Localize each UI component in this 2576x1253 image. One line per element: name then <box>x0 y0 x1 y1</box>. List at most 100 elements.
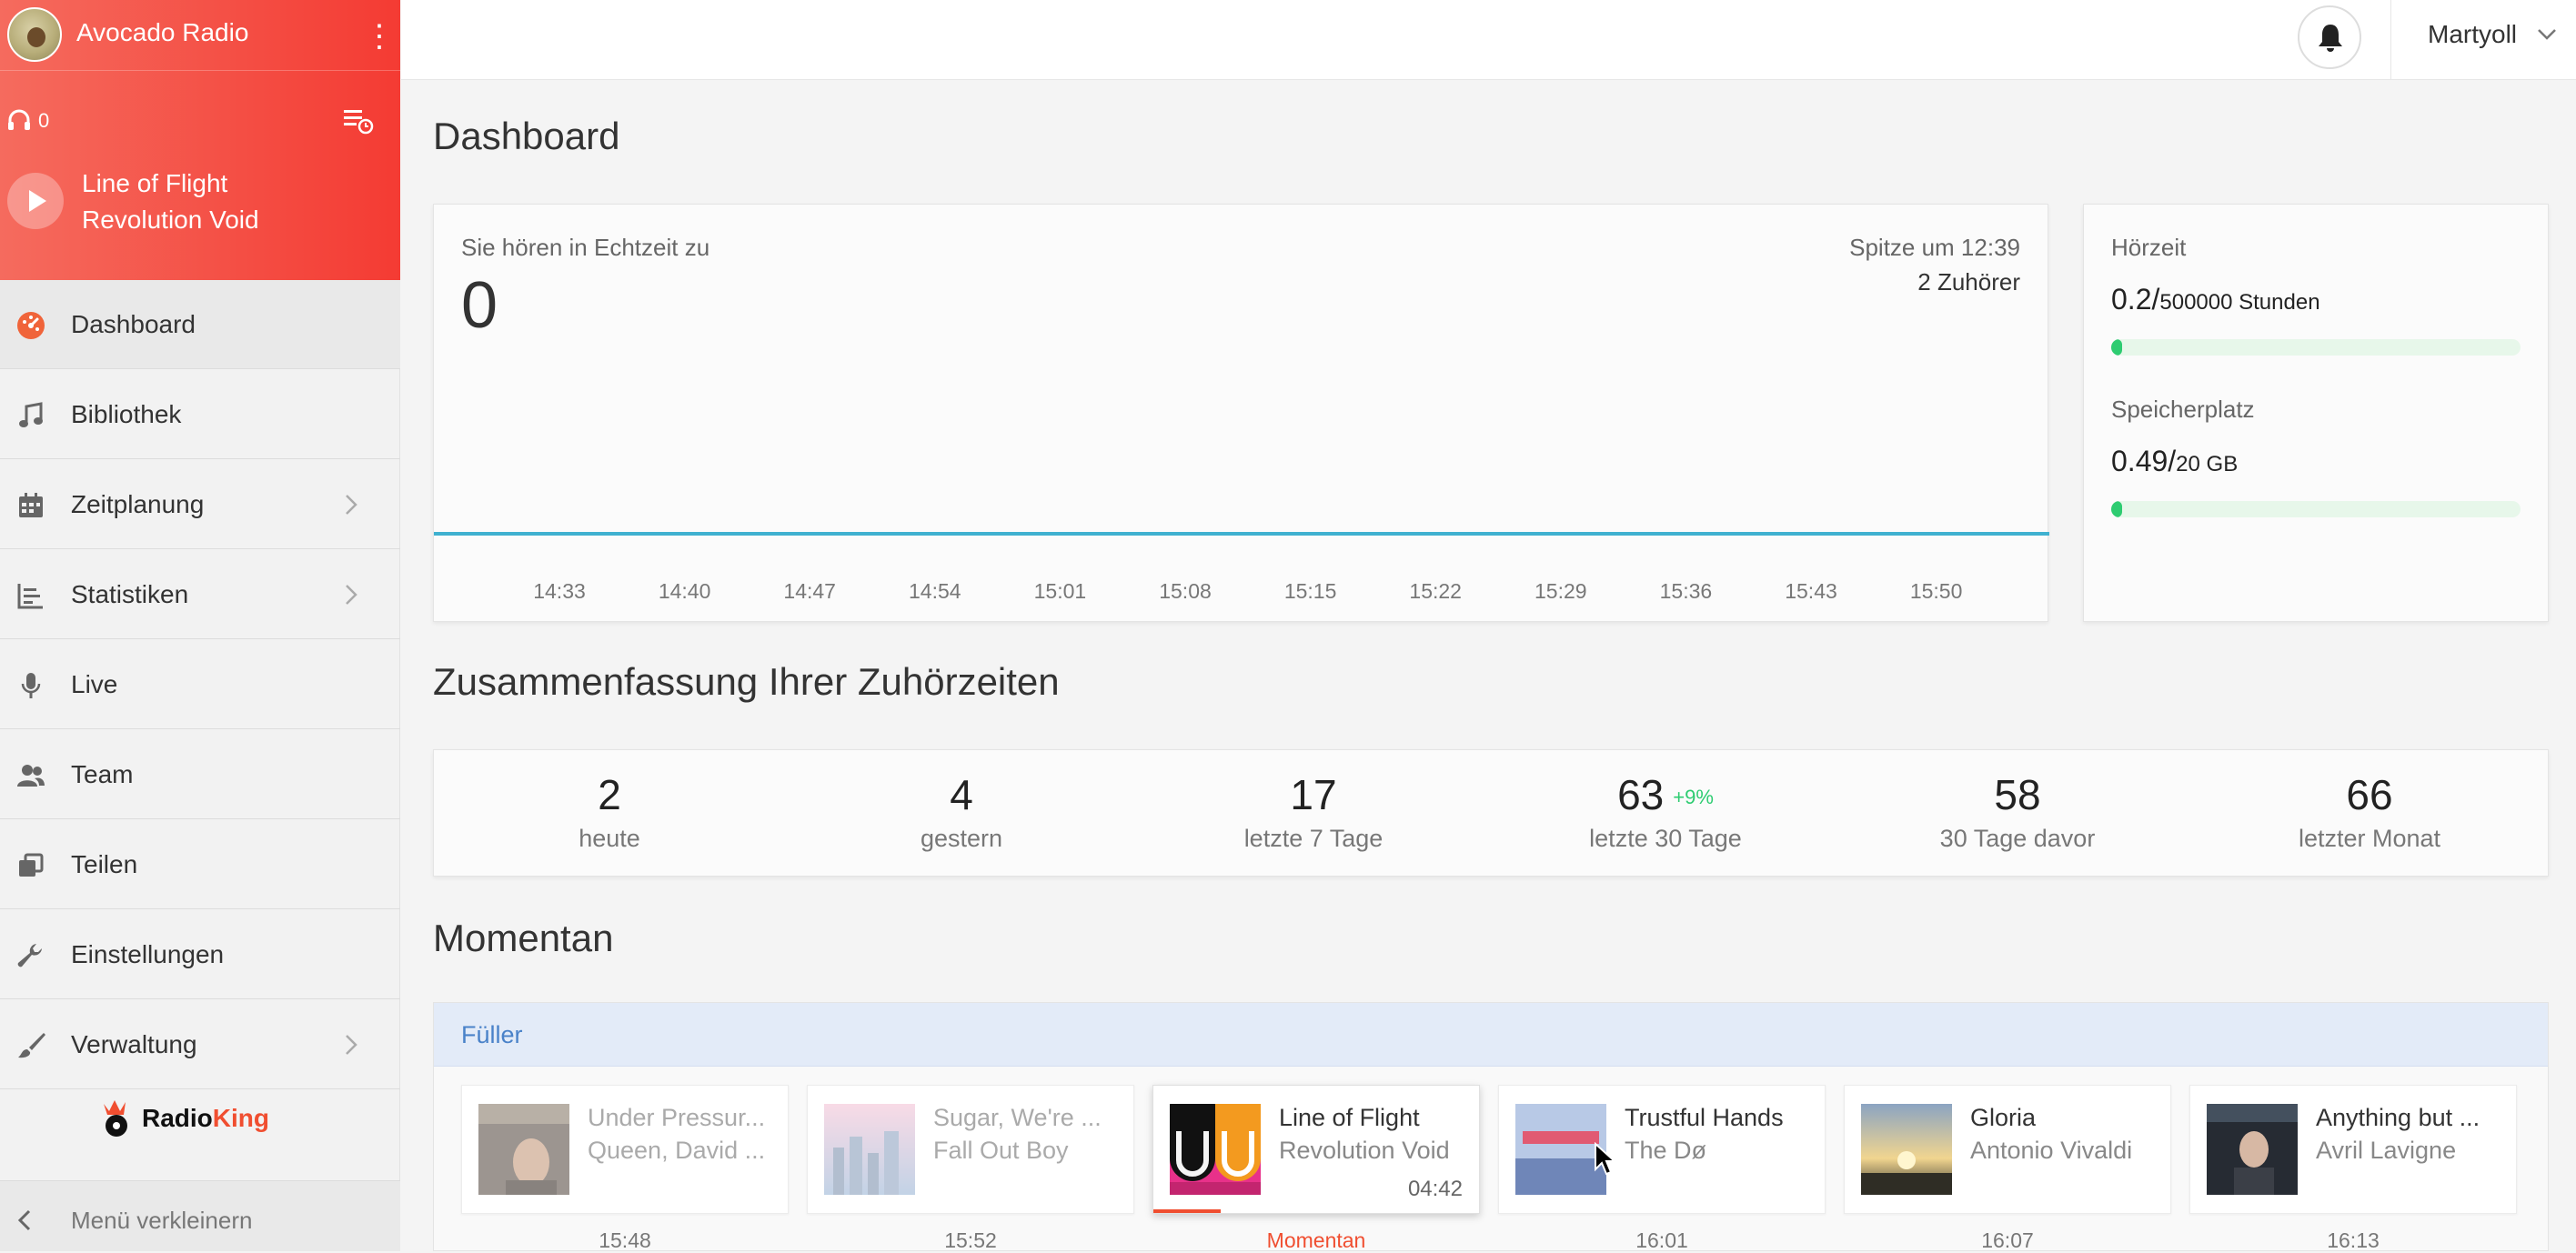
summary-value: 63 +9% <box>1529 770 1802 819</box>
now-playing-title: Line of Flight <box>82 169 228 197</box>
summary-value-number: 66 <box>2346 771 2393 818</box>
peak-label: Spitze um 12:39 <box>1849 234 2020 261</box>
realtime-value: 0 <box>461 269 498 342</box>
x-axis-tick: 15:36 <box>1659 579 1713 603</box>
playlist-name[interactable]: Füller <box>461 1021 523 1049</box>
x-axis-tick: 14:47 <box>783 579 836 603</box>
station-logo <box>7 7 62 62</box>
play-icon <box>29 190 46 212</box>
chevron-down-icon[interactable] <box>2536 27 2558 42</box>
x-axis-tick: 14:54 <box>909 579 961 603</box>
storage-bar-fill <box>2111 501 2122 517</box>
track-start-time: 16:07 <box>1981 1228 2034 1252</box>
summary-value-number: 17 <box>1290 771 1337 818</box>
summary-value-number: 2 <box>598 771 621 818</box>
sidebar-item-statistiken[interactable]: Statistiken <box>0 550 400 639</box>
track-card[interactable]: Line of Flight Revolution Void 04:42 <box>1152 1085 1480 1214</box>
sidebar-item-live[interactable]: Live <box>0 640 400 729</box>
sidebar-item-label: Dashboard <box>71 310 196 338</box>
track-artist: Avril Lavigne <box>2316 1137 2457 1164</box>
track-artist: The Dø <box>1625 1137 1707 1164</box>
sidebar-item-dashboard[interactable]: Dashboard <box>0 280 400 369</box>
track-title: Under Pressur... <box>588 1104 766 1131</box>
momentan-title: Momentan <box>433 917 614 959</box>
summary-value: 58 <box>1881 770 2154 819</box>
users-icon <box>17 765 45 787</box>
track-card[interactable]: Sugar, We're ... Fall Out Boy <box>807 1085 1134 1214</box>
sidebar-item-teilen[interactable]: Teilen <box>0 820 400 909</box>
listening-time-bar <box>2111 339 2521 356</box>
notifications-button[interactable] <box>2298 5 2361 69</box>
summary-value-number: 63 <box>1617 771 1665 818</box>
play-button[interactable] <box>7 173 64 229</box>
summary-value-number: 4 <box>950 771 973 818</box>
queue-history-icon[interactable] <box>342 107 375 135</box>
chart-icon <box>17 584 43 609</box>
brush-icon <box>18 1033 45 1058</box>
momentan-card: Füller Under Pressur... Queen, David ... 1… <box>433 1002 2549 1252</box>
x-axis-tick: 15:08 <box>1159 579 1212 603</box>
track-duration: 04:42 <box>1407 1177 1463 1201</box>
track-card[interactable]: Under Pressur... Queen, David ... <box>461 1085 789 1214</box>
track-start-time: 16:01 <box>1635 1228 1688 1252</box>
storage-bar <box>2111 501 2521 517</box>
more-vertical-icon[interactable]: ⋮ <box>364 18 395 55</box>
listening-time-value: 0.2/500000 Stunden <box>2111 283 2320 316</box>
x-axis-tick: 15:22 <box>1409 579 1462 603</box>
sidebar-item-label: Team <box>71 760 134 788</box>
summary-title: Zusammenfassung Ihrer Zuhörzeiten <box>433 660 1060 703</box>
share-icon <box>19 853 44 877</box>
track-title: Anything but ... <box>2316 1104 2480 1131</box>
radioking-crown-icon <box>104 1100 127 1137</box>
summary-label: 30 Tage davor <box>1939 825 2096 852</box>
track-title: Line of Flight <box>1279 1104 1420 1131</box>
sidebar-item-verwaltung[interactable]: Verwaltung <box>0 1000 400 1089</box>
station-row[interactable]: Avocado Radio ⋮ <box>0 0 400 71</box>
peak-value: 2 Zuhörer <box>1917 268 2020 296</box>
sidebar-item-label: Verwaltung <box>71 1030 197 1058</box>
storage-label: Speicherplatz <box>2111 396 2255 423</box>
summary-stat: 63 +9% letzte 30 Tage <box>1529 750 1802 877</box>
sidebar-item-bibliothek[interactable]: Bibliothek <box>0 370 400 459</box>
x-axis-tick: 15:01 <box>1033 579 1087 603</box>
track-card[interactable]: Anything but ... Avril Lavigne <box>2189 1085 2517 1214</box>
sidebar-item-label: Statistiken <box>71 580 189 608</box>
chevron-right-icon <box>346 495 357 515</box>
summary-label: heute <box>579 825 640 852</box>
chevron-right-icon <box>346 1035 357 1055</box>
user-menu-name[interactable]: Martyoll <box>2428 20 2517 49</box>
mouse-cursor-icon <box>1595 1142 1617 1176</box>
collapse-menu-button[interactable]: Menü verkleinern <box>0 1180 400 1251</box>
now-playing-artist: Revolution Void <box>82 205 259 234</box>
chevron-left-icon <box>17 1209 31 1231</box>
track-start-time: 15:52 <box>944 1228 997 1252</box>
wrench-icon <box>17 944 42 967</box>
calendar-icon <box>19 493 43 517</box>
sidebar-item-zeitplanung[interactable]: Zeitplanung <box>0 460 400 549</box>
collapse-menu-label: Menü verkleinern <box>71 1207 253 1234</box>
storage-value: 0.49/20 GB <box>2111 445 2239 477</box>
x-axis-tick: 15:15 <box>1283 579 1337 603</box>
track-card[interactable]: Trustful Hands The Dø <box>1498 1085 1826 1214</box>
track-artist: Queen, David ... <box>588 1137 766 1164</box>
track-progress-bar <box>1153 1209 1221 1213</box>
summary-value: 2 <box>473 770 746 819</box>
x-axis-tick: 15:50 <box>1909 579 1963 603</box>
page-title: Dashboard <box>433 115 620 157</box>
sidebar-item-einstellungen[interactable]: Einstellungen <box>0 910 400 999</box>
topbar-divider <box>2390 0 2391 80</box>
microphone-icon <box>21 673 41 698</box>
summary-stat: 66 letzter Monat <box>2233 750 2506 877</box>
track-start-time: Momentan <box>1266 1228 1366 1252</box>
track-artist: Antonio Vivaldi <box>1970 1137 2133 1164</box>
sidebar-item-label: Bibliothek <box>71 400 182 428</box>
track-card[interactable]: Gloria Antonio Vivaldi <box>1844 1085 2171 1214</box>
listening-time-bar-fill <box>2111 339 2122 356</box>
album-cover <box>478 1104 569 1195</box>
summary-value: 17 <box>1177 770 1450 819</box>
bell-icon <box>2319 25 2342 52</box>
sidebar-item-team[interactable]: Team <box>0 730 400 819</box>
summary-label: letzte 30 Tage <box>1589 825 1742 852</box>
playlist-header: Füller <box>434 1003 2548 1067</box>
listener-row: 0 <box>0 102 400 138</box>
